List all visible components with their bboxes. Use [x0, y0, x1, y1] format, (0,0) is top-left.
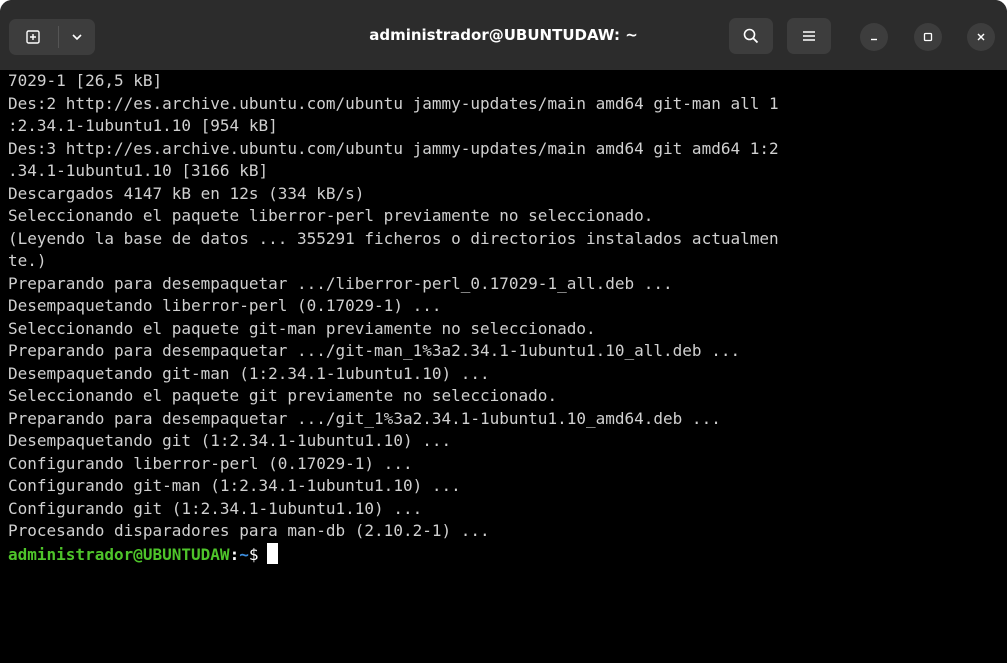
menu-button[interactable]: [787, 18, 831, 54]
window-title: administrador@UBUNTUDAW: ~: [369, 26, 638, 44]
terminal-line: te.): [8, 251, 47, 270]
terminal-line: .34.1-1ubuntu1.10 [3166 kB]: [8, 161, 269, 180]
search-button[interactable]: [729, 18, 773, 54]
terminal-output[interactable]: 7029-1 [26,5 kB] Des:2 http://es.archive…: [0, 70, 1007, 663]
terminal-line: Desempaquetando git-man (1:2.34.1-1ubunt…: [8, 363, 490, 383]
prompt-path: ~: [239, 544, 249, 564]
terminal-line: Preparando para desempaquetar .../git-ma…: [8, 341, 741, 360]
search-icon: [743, 28, 759, 44]
close-button[interactable]: [967, 23, 995, 51]
terminal-line: Des:3 http://es.archive.ubuntu.com/ubunt…: [8, 138, 779, 158]
prompt-line[interactable]: administrador@UBUNTUDAW:~$: [8, 542, 1007, 566]
text-cursor: [267, 542, 279, 564]
prompt-colon: :: [229, 544, 240, 564]
terminal-line: Descargados 4147 kB en 12s (334 kB/s): [8, 183, 365, 203]
terminal-line: Configurando git (1:2.34.1-1ubuntu1.10) …: [8, 498, 423, 518]
terminal-line: :2.34.1-1ubuntu1.10 [954 kB]: [8, 116, 278, 135]
terminal-line: Procesando disparadores para man-db (2.1…: [8, 521, 490, 540]
maximize-button[interactable]: [914, 23, 942, 51]
prompt-user-host: administrador@UBUNTUDAW: [8, 544, 230, 564]
terminal-line: Seleccionando el paquete git-man previam…: [8, 318, 596, 338]
minimize-icon: [871, 38, 877, 41]
terminal-line: Desempaquetando liberror-perl (0.17029-1…: [8, 296, 442, 315]
hamburger-menu-icon: [803, 31, 815, 41]
minimize-button[interactable]: [860, 23, 888, 51]
terminal-line: Preparando para desempaquetar .../git_1%…: [8, 408, 721, 428]
close-icon: [977, 33, 985, 41]
titlebar[interactable]: administrador@UBUNTUDAW: ~: [0, 0, 1007, 70]
terminal-line: Seleccionando el paquete git previamente…: [8, 386, 558, 405]
terminal-line: Desempaquetando git (1:2.34.1-1ubuntu1.1…: [8, 431, 452, 450]
terminal-window: administrador@UBUNTUDAW: ~ 7029-1 [26,5 …: [0, 0, 1007, 663]
terminal-line: Configurando liberror-perl (0.17029-1) .…: [8, 453, 413, 473]
terminal-line: Configurando git-man (1:2.34.1-1ubuntu1.…: [8, 476, 461, 495]
terminal-line: 7029-1 [26,5 kB]: [8, 71, 163, 90]
terminal-line: (Leyendo la base de datos ... 355291 fic…: [8, 228, 779, 248]
terminal-line: Preparando para desempaquetar .../liberr…: [8, 273, 673, 293]
terminal-line: Seleccionando el paquete liberror-perl p…: [8, 206, 654, 225]
terminal-line: Des:2 http://es.archive.ubuntu.com/ubunt…: [8, 93, 779, 113]
maximize-icon: [923, 32, 933, 42]
prompt-symbol: $: [248, 544, 259, 564]
